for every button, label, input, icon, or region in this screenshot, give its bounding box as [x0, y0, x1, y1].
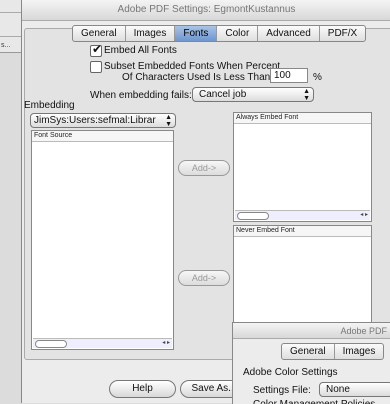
divider — [0, 36, 22, 37]
window2-section-label: Adobe Color Settings — [243, 367, 338, 378]
help-button[interactable]: Help — [109, 380, 176, 398]
background-window: s... — [0, 0, 23, 53]
settings-file-popup[interactable]: None — [319, 382, 390, 397]
scroll-arrows-icon[interactable]: ◂ ▸ — [360, 211, 368, 218]
font-source-header: Font Source — [32, 131, 173, 142]
popup-arrows-icon: ▲ ▼ — [165, 114, 172, 128]
subset-checkbox[interactable] — [90, 61, 102, 73]
embed-all-checkbox[interactable]: ✔ — [90, 42, 103, 57]
window2-tab-bar: General Images — [281, 343, 385, 360]
subset-percent-input[interactable]: 100 — [270, 68, 308, 83]
never-embed-header: Never Embed Font — [234, 226, 371, 237]
fail-action-popup[interactable]: Cancel job ▲ ▼ — [192, 87, 314, 102]
window2-tab-general[interactable]: General — [282, 344, 335, 359]
window2-tab-images[interactable]: Images — [335, 344, 384, 359]
tab-color[interactable]: Color — [217, 26, 259, 41]
always-embed-list[interactable]: Always Embed Font ◂ ▸ — [233, 112, 372, 222]
fail-label: When embedding fails: — [90, 90, 192, 101]
always-embed-header: Always Embed Font — [234, 113, 371, 124]
add-never-button[interactable]: Add-> — [178, 270, 230, 286]
font-source-path: JimSys:Users:sefmal:Librar — [34, 115, 156, 126]
font-source-list[interactable]: Font Source ◂ ▸ — [31, 130, 174, 350]
percent-sign: % — [313, 72, 322, 83]
checkmark-icon: ✔ — [92, 42, 103, 56]
tab-general[interactable]: General — [73, 26, 126, 41]
horizontal-scrollbar[interactable]: ◂ ▸ — [33, 338, 172, 348]
color-policies-label: Color Management Policies — [253, 399, 375, 404]
font-source-popup[interactable]: JimSys:Users:sefmal:Librar ▲ ▼ — [30, 113, 176, 128]
settings-file-value: None — [326, 384, 350, 395]
tab-images[interactable]: Images — [126, 26, 176, 41]
tab-advanced[interactable]: Advanced — [258, 26, 320, 41]
background-window-text: s... — [1, 42, 11, 49]
embed-all-label: Embed All Fonts — [104, 45, 177, 56]
window-title: Adobe PDF Settings: EgmontKustannus — [22, 0, 390, 21]
tab-bar: General Images Fonts Color Advanced PDF/… — [72, 25, 367, 42]
divider — [0, 12, 22, 13]
subset-label-line1: Subset Embedded Fonts When Percent — [104, 61, 281, 72]
subset-label-line2: Of Characters Used Is Less Than: — [122, 72, 273, 83]
settings-file-label: Settings File: — [253, 385, 311, 396]
scroll-thumb[interactable] — [35, 340, 67, 348]
scroll-thumb[interactable] — [237, 212, 269, 220]
scroll-arrows-icon[interactable]: ◂ ▸ — [162, 339, 170, 346]
window2-title: Adobe PDF — [233, 323, 390, 339]
popup-arrows-icon: ▲ ▼ — [303, 88, 310, 102]
second-pdf-settings-window: Adobe PDF General Images Adobe Color Set… — [232, 322, 390, 404]
tab-pdfx[interactable]: PDF/X — [320, 26, 365, 41]
fail-action-value: Cancel job — [199, 89, 247, 100]
embedding-label: Embedding — [24, 100, 75, 111]
add-always-button[interactable]: Add-> — [178, 160, 230, 176]
tab-fonts[interactable]: Fonts — [175, 26, 218, 41]
horizontal-scrollbar[interactable]: ◂ ▸ — [235, 210, 370, 220]
